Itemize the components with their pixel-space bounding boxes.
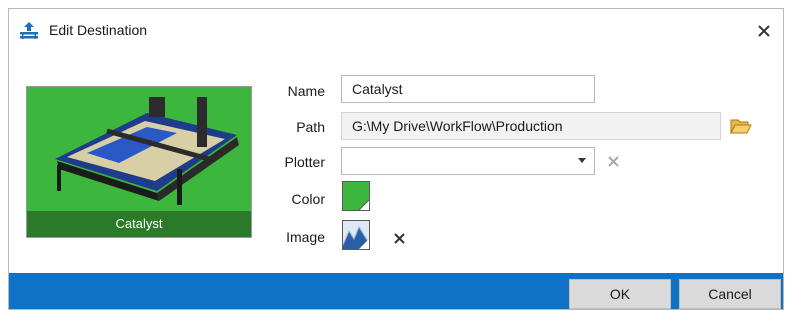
corner-picker-icon <box>358 199 369 210</box>
close-button[interactable] <box>751 18 777 44</box>
plotter-select[interactable] <box>341 147 595 175</box>
preview-caption: Catalyst <box>27 211 251 237</box>
ok-button[interactable]: OK <box>569 279 671 309</box>
dialog-title: Edit Destination <box>49 22 148 38</box>
clear-icon <box>393 232 405 244</box>
image-thumbnail-icon <box>343 221 369 249</box>
folder-open-icon <box>730 119 752 134</box>
edit-destination-dialog: Edit Destination Catalyst Name Path G:\M… <box>8 8 784 310</box>
color-label: Color <box>291 191 325 207</box>
cancel-button[interactable]: Cancel <box>679 279 781 309</box>
name-field[interactable] <box>341 75 595 103</box>
upload-destination-icon <box>19 21 39 41</box>
plotter-label: Plotter <box>284 154 325 170</box>
name-label: Name <box>287 83 325 99</box>
image-thumbnail-button[interactable] <box>342 220 370 250</box>
path-field[interactable]: G:\My Drive\WorkFlow\Production <box>341 112 721 140</box>
color-swatch-button[interactable] <box>342 181 370 211</box>
destination-preview: Catalyst <box>26 86 252 238</box>
browse-folder-button[interactable] <box>729 115 753 137</box>
chevron-down-icon <box>578 158 586 163</box>
image-label: Image <box>286 229 325 245</box>
title-bar: Edit Destination <box>9 9 783 53</box>
dialog-footer: OK Cancel <box>9 273 783 309</box>
clear-icon <box>607 155 619 167</box>
cutting-table-image <box>27 87 251 211</box>
path-label: Path <box>296 119 325 135</box>
clear-plotter-button[interactable] <box>603 151 623 171</box>
close-icon <box>758 25 770 37</box>
clear-image-button[interactable] <box>389 228 409 248</box>
